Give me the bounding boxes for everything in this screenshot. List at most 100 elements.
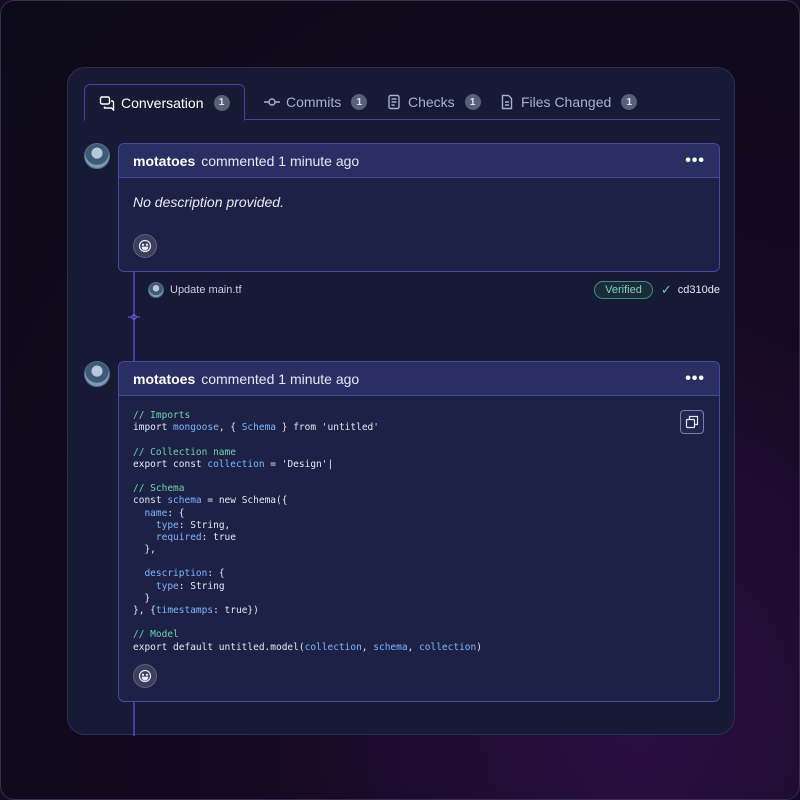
- code-text: import: [133, 422, 174, 434]
- code-line: // Model: [133, 629, 693, 641]
- code-text: , {: [218, 422, 242, 434]
- code-identifier: name: [144, 507, 168, 519]
- tab-conversation[interactable]: Conversation 1: [84, 84, 245, 121]
- code-line: export const collection = 'Design'|: [133, 459, 693, 471]
- tab-checks[interactable]: Checks 1: [386, 84, 481, 120]
- code-text: export default untitled.model(: [133, 641, 305, 653]
- avatar[interactable]: [84, 361, 110, 387]
- more-options-icon[interactable]: •••: [685, 152, 705, 170]
- tab-count-badge: 1: [213, 94, 230, 111]
- code-identifier: type: [155, 519, 179, 531]
- timeline-line: [133, 700, 135, 736]
- commit-node-icon: [128, 311, 140, 323]
- code-line: import mongoose, { Schema } from 'untitl…: [133, 422, 693, 434]
- code-line: // Collection name: [133, 447, 693, 459]
- code-line: const schema = new Schema({: [133, 495, 693, 507]
- code-line: },: [133, 544, 693, 556]
- commit-icon: [264, 94, 280, 110]
- tab-count-badge: 1: [621, 94, 638, 110]
- code-text: : String,: [178, 519, 231, 531]
- tab-label: Checks: [408, 94, 455, 110]
- code-line: // Imports: [133, 410, 693, 422]
- avatar[interactable]: [84, 143, 110, 169]
- code-line: type: String,: [133, 520, 693, 532]
- more-options-icon[interactable]: •••: [685, 370, 705, 388]
- avatar: [148, 282, 164, 298]
- tab-label: Files Changed: [521, 94, 612, 110]
- code-text: const: [133, 495, 168, 507]
- code-identifier: Schema: [241, 422, 277, 434]
- copy-icon: [685, 415, 699, 429]
- code-line: name: {: [133, 508, 693, 520]
- tab-count-badge: 1: [464, 94, 481, 110]
- commit-message[interactable]: Update main.tf: [170, 284, 242, 296]
- smiley-icon: [138, 669, 152, 683]
- code-text: : String: [178, 580, 225, 592]
- emoji-reaction-button[interactable]: [133, 234, 157, 258]
- tab-label: Commits: [286, 94, 342, 110]
- code-line: required: true: [133, 532, 693, 544]
- code-identifier: collection: [304, 641, 362, 653]
- comment-author[interactable]: motatoes: [133, 153, 195, 169]
- code-identifier: timestamps: [155, 605, 214, 616]
- app-frame: Conversation 1 Commits 1 Checks 1 Files …: [0, 0, 800, 800]
- conversation-icon: [99, 95, 115, 111]
- code-text: ): [476, 641, 482, 653]
- smiley-icon: [138, 239, 152, 253]
- verified-badge[interactable]: Verified: [594, 281, 653, 299]
- code-text: = 'Design'|: [264, 458, 334, 470]
- code-text: } from 'untitled': [276, 422, 379, 434]
- tab-label: Conversation: [121, 94, 204, 111]
- comment-header: motatoes commented 1 minute ago •••: [119, 144, 719, 178]
- copy-button[interactable]: [680, 410, 704, 434]
- code-line: type: String: [133, 581, 693, 593]
- code-identifier: schema: [167, 495, 202, 507]
- code-identifier: schema: [373, 641, 408, 653]
- code-text: }, {: [133, 605, 156, 616]
- code-line: export default untitled.model(collection…: [133, 642, 693, 654]
- code-text: : true: [201, 531, 236, 543]
- code-text: export const: [133, 458, 208, 470]
- code-text: = new Schema({: [201, 495, 288, 507]
- code-identifier: required: [155, 531, 202, 543]
- comment-card: motatoes commented 1 minute ago ••• No d…: [118, 143, 720, 272]
- code-text: : {: [167, 507, 185, 519]
- code-identifier: collection: [419, 641, 477, 653]
- code-line: description: {: [133, 568, 693, 580]
- file-icon: [499, 94, 515, 110]
- comment-header: motatoes commented 1 minute ago •••: [119, 362, 719, 396]
- code-identifier: collection: [207, 458, 265, 470]
- commit-sha[interactable]: cd310de: [678, 284, 720, 296]
- code-comment: // Imports: [133, 410, 191, 421]
- code-identifier: description: [144, 568, 208, 580]
- commit-event: Update main.tf Verified ✓ cd310de: [148, 280, 720, 300]
- code-text: }: [133, 592, 151, 604]
- tab-bar: Conversation 1 Commits 1 Checks 1 Files …: [84, 84, 720, 121]
- code-text: },: [133, 544, 156, 556]
- tab-commits[interactable]: Commits 1: [264, 84, 368, 120]
- code-comment: // Schema: [133, 483, 185, 495]
- comment-timestamp: commented 1 minute ago: [201, 370, 360, 387]
- code-text: : true}): [213, 605, 259, 616]
- code-text: ,: [407, 641, 420, 653]
- emoji-reaction-button[interactable]: [133, 664, 157, 688]
- check-icon: ✓: [660, 282, 672, 297]
- code-comment: // Collection name: [133, 446, 236, 458]
- comment-author[interactable]: motatoes: [133, 371, 195, 387]
- code-identifier: mongoose: [173, 422, 219, 434]
- code-text: : {: [207, 568, 225, 580]
- comment-card: motatoes commented 1 minute ago ••• // I…: [118, 361, 720, 702]
- tab-files-changed[interactable]: Files Changed 1: [499, 84, 638, 120]
- comment-body: No description provided.: [133, 194, 284, 210]
- pull-request-panel: Conversation 1 Commits 1 Checks 1 Files …: [67, 67, 735, 736]
- code-line: }, {timestamps: true}): [133, 605, 693, 617]
- code-identifier: type: [155, 580, 179, 592]
